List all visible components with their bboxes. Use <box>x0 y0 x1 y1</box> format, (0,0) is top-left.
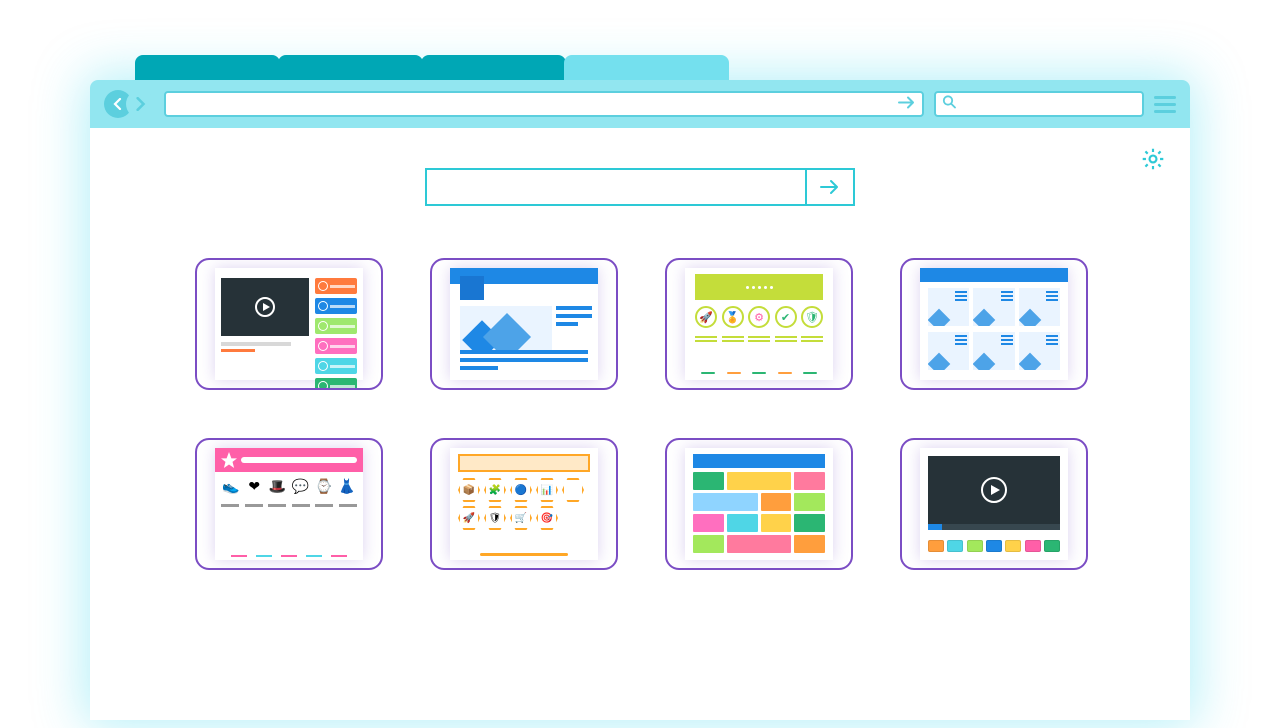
check-icon: ✔ <box>775 306 797 328</box>
video-preview <box>928 456 1060 524</box>
page-search-submit[interactable] <box>805 170 853 204</box>
nav-buttons <box>104 90 154 118</box>
progress-bar <box>928 524 1060 530</box>
video-preview <box>221 278 309 336</box>
toolbar-search-bar[interactable] <box>934 91 1144 117</box>
chevron-right-icon <box>133 97 147 111</box>
thumbnail-ecommerce[interactable]: 👟❤🎩💬⌚👗 <box>195 438 383 570</box>
browser-toolbar <box>90 80 1190 128</box>
thumbnail-hex-icons[interactable]: 📦🧩🔵📊 🚀🛡🛒🎯 <box>430 438 618 570</box>
thumbnail-video-player[interactable] <box>900 438 1088 570</box>
rocket-icon: 🚀 <box>695 306 717 328</box>
browser-tab-1[interactable] <box>135 55 280 80</box>
shield-icon: 🛡 <box>801 306 823 328</box>
speed-dial-grid: 🚀 🏅 ⚙ ✔ 🛡 <box>195 258 1085 570</box>
forward-button[interactable] <box>126 90 154 118</box>
browser-window: 🚀 🏅 ⚙ ✔ 🛡 <box>90 80 1190 720</box>
toolbar-search-input[interactable] <box>958 93 1138 115</box>
gear-icon <box>1140 146 1166 172</box>
page-search-input[interactable] <box>427 170 803 204</box>
image-icon <box>460 306 552 350</box>
thumbnail-video-site[interactable] <box>195 258 383 390</box>
thumbnail-dashboard[interactable] <box>900 258 1088 390</box>
chevron-left-icon <box>112 98 124 110</box>
page-content: 🚀 🏅 ⚙ ✔ 🛡 <box>90 128 1190 720</box>
thumbnail-blog[interactable] <box>430 258 618 390</box>
arrow-right-icon <box>898 96 916 110</box>
badge-icon: 🏅 <box>722 306 744 328</box>
play-icon <box>981 477 1007 503</box>
logo-icon <box>221 452 237 468</box>
address-input[interactable] <box>166 93 896 115</box>
search-icon <box>942 95 956 114</box>
menu-button[interactable] <box>1154 96 1176 113</box>
play-icon <box>255 297 275 317</box>
hamburger-icon <box>1154 96 1176 99</box>
thumbnail-color-tiles[interactable] <box>665 438 853 570</box>
browser-tab-2[interactable] <box>278 55 423 80</box>
gear-icon: ⚙ <box>748 306 770 328</box>
arrow-right-icon <box>819 179 841 195</box>
settings-button[interactable] <box>1140 146 1166 177</box>
thumbnail-features[interactable]: 🚀 🏅 ⚙ ✔ 🛡 <box>665 258 853 390</box>
go-button[interactable] <box>898 94 916 115</box>
browser-tab-3[interactable] <box>421 55 566 80</box>
browser-tabs <box>135 55 727 80</box>
address-bar[interactable] <box>164 91 924 117</box>
browser-tab-4-active[interactable] <box>564 55 729 80</box>
page-search-box[interactable] <box>425 168 855 206</box>
